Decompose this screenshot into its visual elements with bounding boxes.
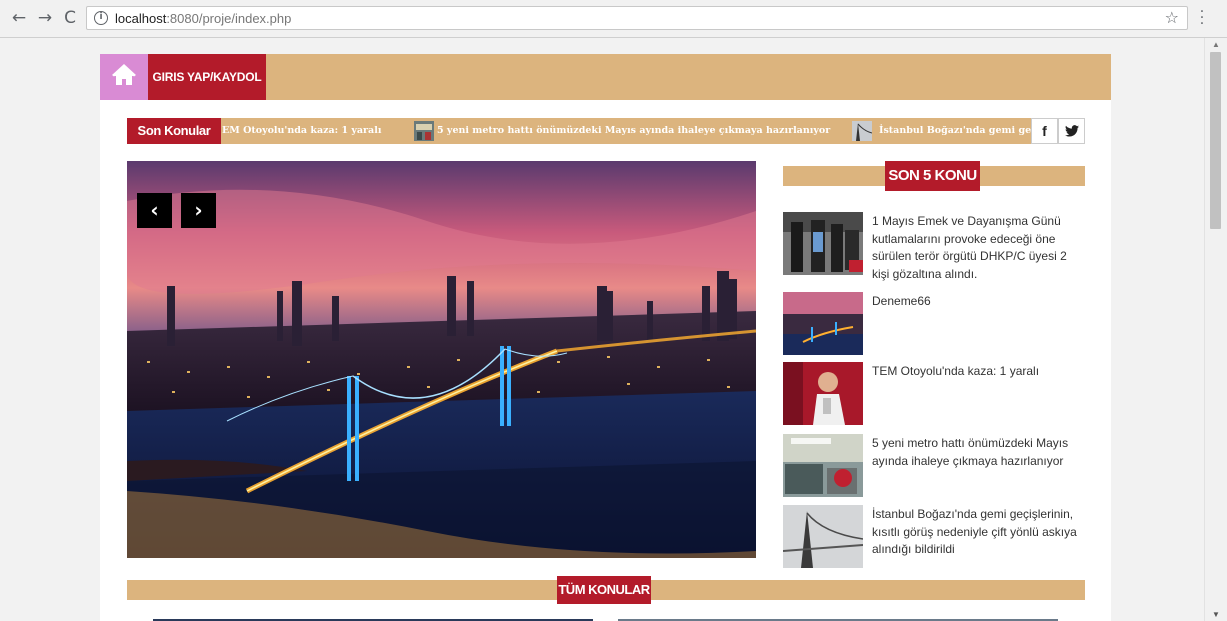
recent-item-text: İstanbul Boğazı'nda gemi geçişlerinin, k… bbox=[872, 507, 1077, 556]
recent-item-4[interactable]: 5 yeni metro hattı önümüzdeki Mayıs ayın… bbox=[783, 434, 1085, 498]
all-topics-title: TÜM KONULAR bbox=[557, 576, 651, 604]
home-icon bbox=[112, 64, 136, 85]
featured-image-slider[interactable]: ‹ › bbox=[127, 161, 756, 558]
recent-thumb-metro bbox=[783, 434, 863, 497]
bookmark-star-icon[interactable]: ☆ bbox=[1165, 8, 1179, 27]
facebook-icon[interactable]: f bbox=[1031, 118, 1058, 144]
scroll-down-arrow-icon[interactable]: ▼ bbox=[1212, 610, 1220, 619]
ticker-thumb-bridge bbox=[852, 121, 872, 141]
main-content: Son Konular EM Otoyolu'nda kaza: 1 yaral… bbox=[100, 100, 1111, 621]
twitter-bird-glyph bbox=[1064, 125, 1079, 137]
address-bar[interactable]: i localhost:8080/proje/index.php ☆ bbox=[86, 6, 1188, 30]
scroll-up-arrow-icon[interactable]: ▲ bbox=[1212, 40, 1220, 49]
recent-thumb-protest bbox=[783, 212, 863, 275]
browser-toolbar: ← → C i localhost:8080/proje/index.php ☆… bbox=[0, 0, 1227, 38]
recent-item-text: 5 yeni metro hattı önümüzdeki Mayıs ayın… bbox=[872, 436, 1069, 468]
recent-item-text: Deneme66 bbox=[872, 294, 931, 308]
slider-next-button[interactable]: › bbox=[181, 193, 216, 228]
reload-icon[interactable]: C bbox=[60, 8, 80, 28]
ticker-label: Son Konular bbox=[127, 118, 221, 144]
recent-item-text: 1 Mayıs Emek ve Dayanışma Günü kutlamala… bbox=[872, 214, 1067, 281]
ticker-link-1[interactable]: EM Otoyolu'nda kaza: 1 yaralı bbox=[222, 118, 381, 144]
page-scrollbar[interactable]: ▲ ▼ bbox=[1204, 38, 1227, 621]
recent-item-5[interactable]: İstanbul Boğazı'nda gemi geçişlerinin, k… bbox=[783, 505, 1085, 569]
recent-5-title: SON 5 KONU bbox=[885, 161, 980, 191]
address-url[interactable]: localhost:8080/proje/index.php bbox=[115, 11, 291, 26]
ticker-link-2[interactable]: 5 yeni metro hattı önümüzdeki Mayıs ayın… bbox=[437, 118, 830, 144]
back-arrow-icon[interactable]: ← bbox=[9, 8, 29, 28]
recent-topics-ticker: Son Konular EM Otoyolu'nda kaza: 1 yaral… bbox=[127, 118, 1085, 144]
recent-thumb-istanbul bbox=[783, 292, 863, 355]
scrollbar-thumb[interactable] bbox=[1210, 52, 1221, 229]
ticker-items: EM Otoyolu'nda kaza: 1 yaralı 5 yeni met… bbox=[222, 118, 1042, 144]
recent-thumb-tennis bbox=[783, 362, 863, 425]
recent-item-3[interactable]: TEM Otoyolu'nda kaza: 1 yaralı bbox=[783, 362, 1085, 426]
slider-prev-button[interactable]: ‹ bbox=[137, 193, 172, 228]
recent-thumb-fog-bridge bbox=[783, 505, 863, 568]
forward-arrow-icon[interactable]: → bbox=[35, 8, 55, 28]
recent-item-2[interactable]: Deneme66 bbox=[783, 292, 1085, 356]
ticker-link-3[interactable]: İstanbul Boğazı'nda gemi geçe bbox=[879, 118, 1042, 144]
info-icon[interactable]: i bbox=[94, 11, 108, 25]
main-navbar: GIRIS YAP/KAYDOL bbox=[100, 54, 1111, 100]
istanbul-bridge-slide-image bbox=[127, 161, 756, 558]
home-button[interactable] bbox=[100, 54, 148, 100]
login-register-button[interactable]: GIRIS YAP/KAYDOL bbox=[148, 54, 266, 100]
web-page: GIRIS YAP/KAYDOL Son Konular EM Otoyolu'… bbox=[0, 38, 1204, 621]
browser-menu-icon[interactable]: · · · bbox=[1199, 5, 1205, 31]
twitter-icon[interactable] bbox=[1058, 118, 1085, 144]
ticker-thumb-metro bbox=[414, 121, 434, 141]
recent-item-1[interactable]: 1 Mayıs Emek ve Dayanışma Günü kutlamala… bbox=[783, 212, 1085, 281]
recent-item-text: TEM Otoyolu'nda kaza: 1 yaralı bbox=[872, 364, 1040, 378]
